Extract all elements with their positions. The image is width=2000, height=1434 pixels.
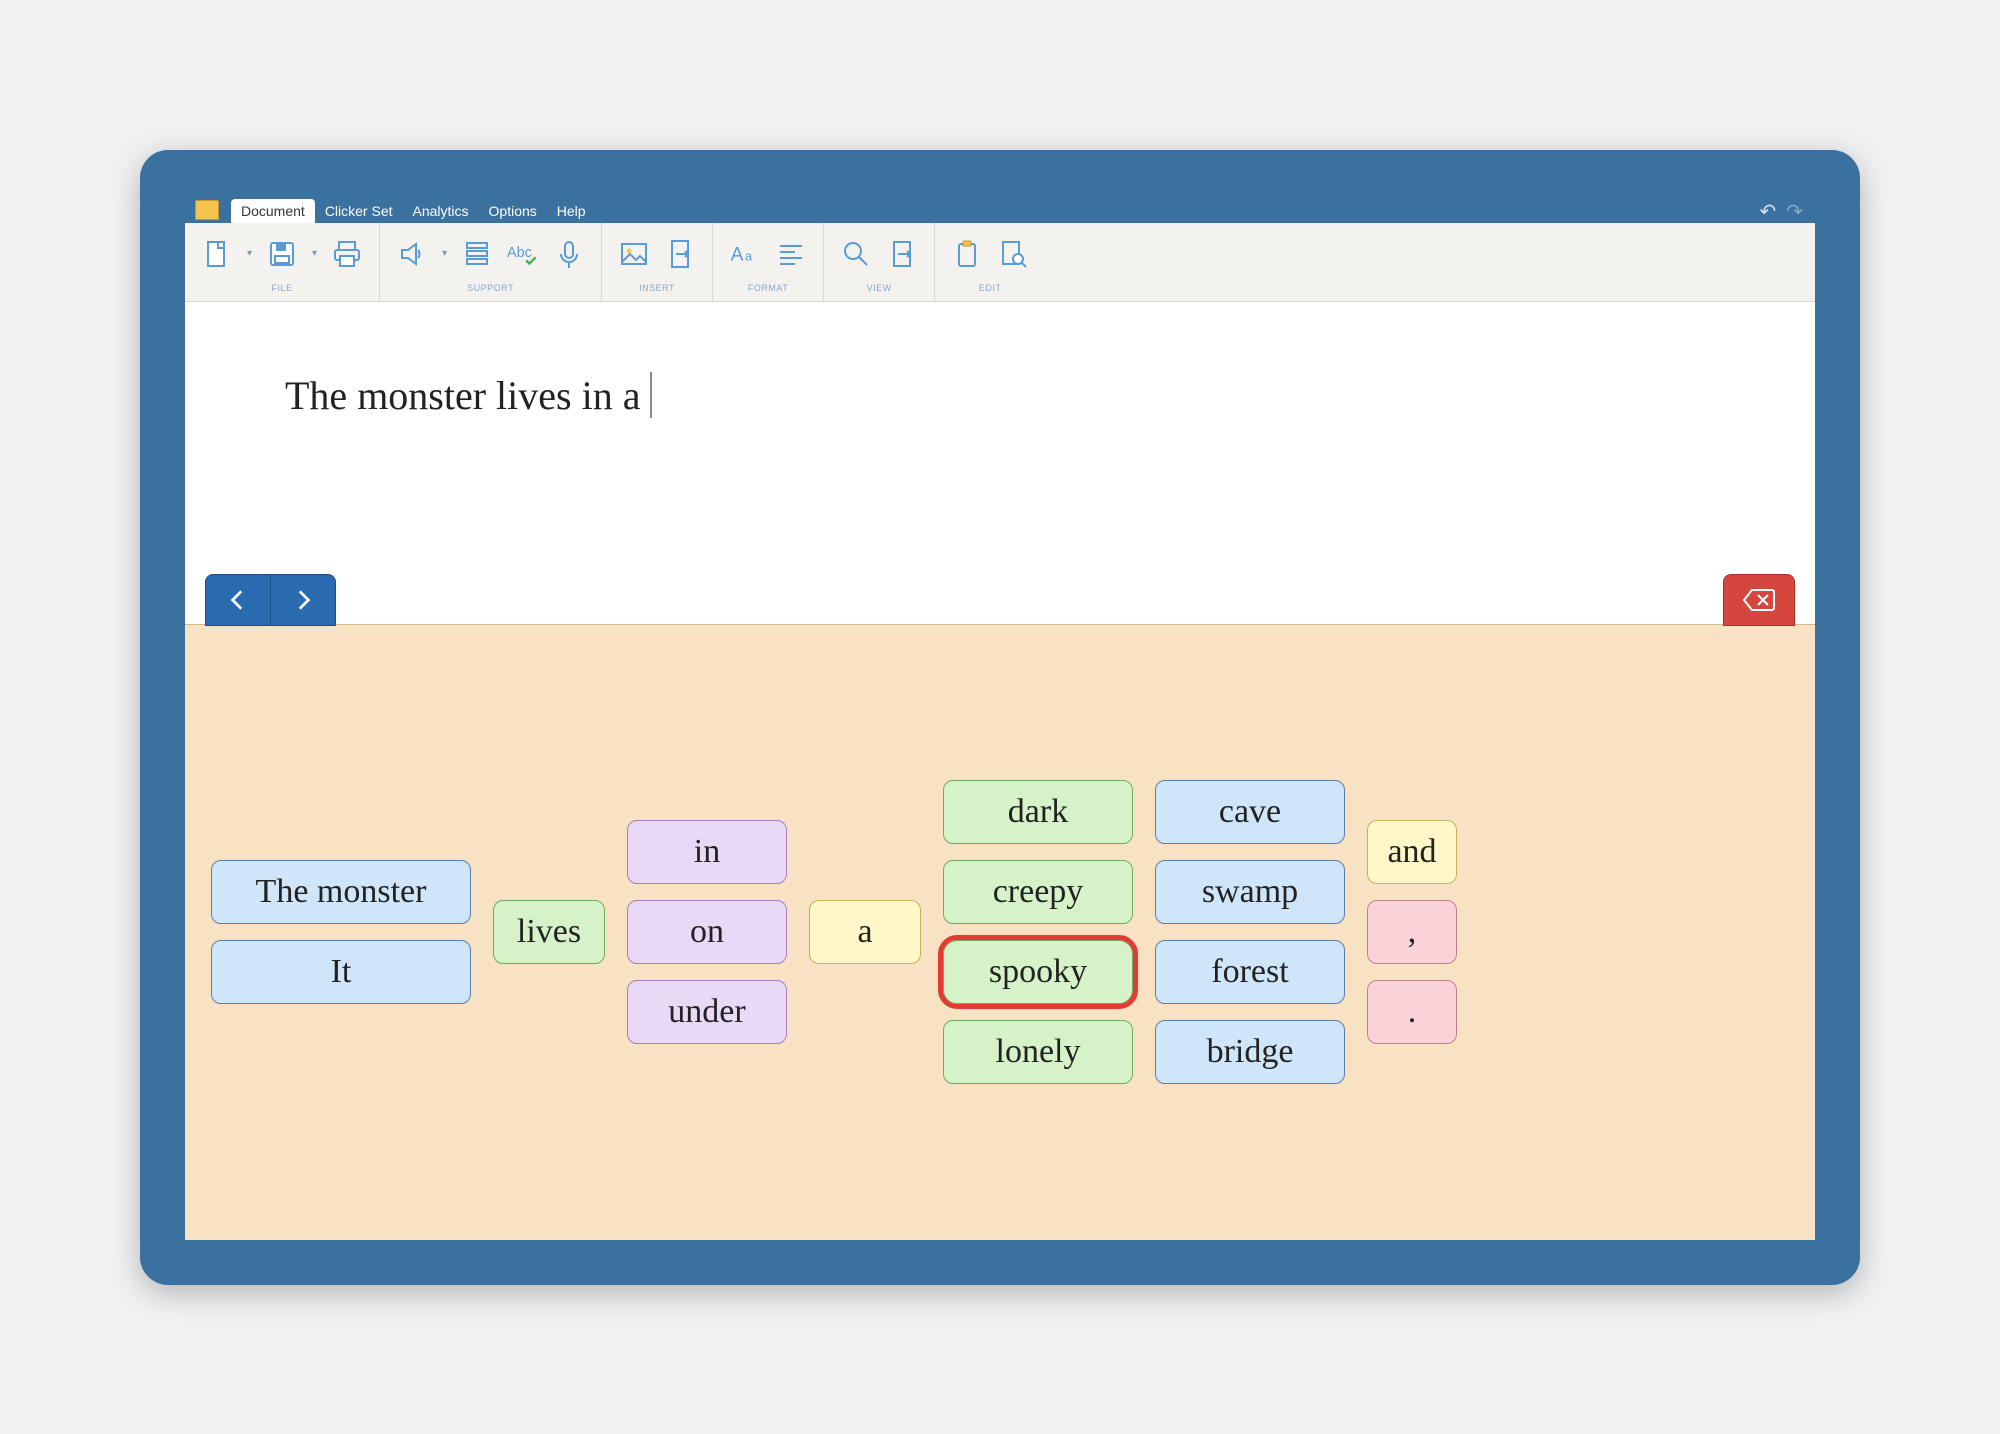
word-column: lives [493,900,605,964]
prev-grid-button[interactable] [205,574,271,626]
svg-text:Abc: Abc [507,245,532,261]
menu-tab-help[interactable]: Help [547,199,596,223]
toolbar: ▾ ▾ FILE ▾ Abc SUPPORT INSERT [185,223,1815,302]
document-area[interactable]: The monster lives in a [185,302,1815,624]
word-cell[interactable]: on [627,900,787,964]
word-column: The monster It [211,860,471,1004]
menu-tab-options[interactable]: Options [479,199,547,223]
word-cell[interactable]: , [1367,900,1457,964]
page-view-icon[interactable] [884,236,920,272]
microphone-icon[interactable] [551,236,587,272]
picture-icon[interactable] [616,236,652,272]
toolbar-group-label: EDIT [979,283,1002,293]
align-icon[interactable] [773,236,809,272]
menu-tab-clicker-set[interactable]: Clicker Set [315,199,403,223]
document-content: The monster lives in a [285,372,640,419]
svg-text:A: A [731,244,744,265]
page-break-icon[interactable] [662,236,698,272]
menu-tab-analytics[interactable]: Analytics [403,199,479,223]
toolbar-group-view: VIEW [824,223,935,301]
dropdown-indicator[interactable]: ▾ [440,248,449,259]
word-column: and,. [1367,820,1457,1044]
word-cell[interactable]: and [1367,820,1457,884]
word-cell[interactable]: dark [943,780,1133,844]
word-cell[interactable]: lives [493,900,605,964]
find-icon[interactable] [995,236,1031,272]
new-doc-icon[interactable] [199,236,235,272]
font-icon[interactable]: Aa [727,236,763,272]
word-cell[interactable]: swamp [1155,860,1345,924]
word-cell[interactable]: It [211,940,471,1004]
toolbar-group-label: FILE [272,283,293,293]
toolbar-group-support: ▾ Abc SUPPORT [380,223,602,301]
toolbar-group-label: FORMAT [748,283,788,293]
toolbar-group-edit: EDIT [935,223,1045,301]
redo-button[interactable]: ↷ [1786,199,1803,224]
word-column: cave swamp forest bridge [1155,780,1345,1084]
toolbar-group-format: Aa FORMAT [713,223,824,301]
predictor-icon[interactable] [459,236,495,272]
word-grid: The monster Itlivesin on underadark creepy sp… [185,624,1815,1240]
zoom-icon[interactable] [838,236,874,272]
word-cell[interactable]: in [627,820,787,884]
text-cursor [650,372,652,418]
svg-text:a: a [745,248,753,263]
device-frame: DocumentClicker SetAnalyticsOptionsHelp … [140,150,1860,1285]
menu-tab-document[interactable]: Document [231,199,315,223]
save-icon[interactable] [264,236,300,272]
word-column: in on under [627,820,787,1044]
menubar: DocumentClicker SetAnalyticsOptionsHelp … [185,195,1815,223]
dropdown-indicator[interactable]: ▾ [310,248,319,259]
folder-icon[interactable] [195,200,219,220]
word-cell[interactable]: spooky [943,940,1133,1004]
toolbar-group-label: SUPPORT [467,283,514,293]
app-window: DocumentClicker SetAnalyticsOptionsHelp … [185,195,1815,1240]
toolbar-group-insert: INSERT [602,223,713,301]
word-cell[interactable]: a [809,900,921,964]
toolbar-group-file: ▾ ▾ FILE [185,223,380,301]
spellcheck-icon[interactable]: Abc [505,236,541,272]
word-cell[interactable]: cave [1155,780,1345,844]
word-column: dark creepy spooky lonely [943,780,1133,1084]
document-text: The monster lives in a [285,372,652,419]
toolbar-group-label: VIEW [867,283,892,293]
word-cell[interactable]: under [627,980,787,1044]
print-icon[interactable] [329,236,365,272]
word-column: a [809,900,921,964]
backspace-button[interactable] [1723,574,1795,626]
word-cell[interactable]: forest [1155,940,1345,1004]
speaker-icon[interactable] [394,236,430,272]
word-cell[interactable]: The monster [211,860,471,924]
next-grid-button[interactable] [271,574,336,626]
dropdown-indicator[interactable]: ▾ [245,248,254,259]
undo-button[interactable]: ↶ [1759,199,1776,224]
word-cell[interactable]: . [1367,980,1457,1044]
toolbar-group-label: INSERT [639,283,675,293]
clipboard-icon[interactable] [949,236,985,272]
word-cell[interactable]: creepy [943,860,1133,924]
word-cell[interactable]: bridge [1155,1020,1345,1084]
word-cell[interactable]: lonely [943,1020,1133,1084]
